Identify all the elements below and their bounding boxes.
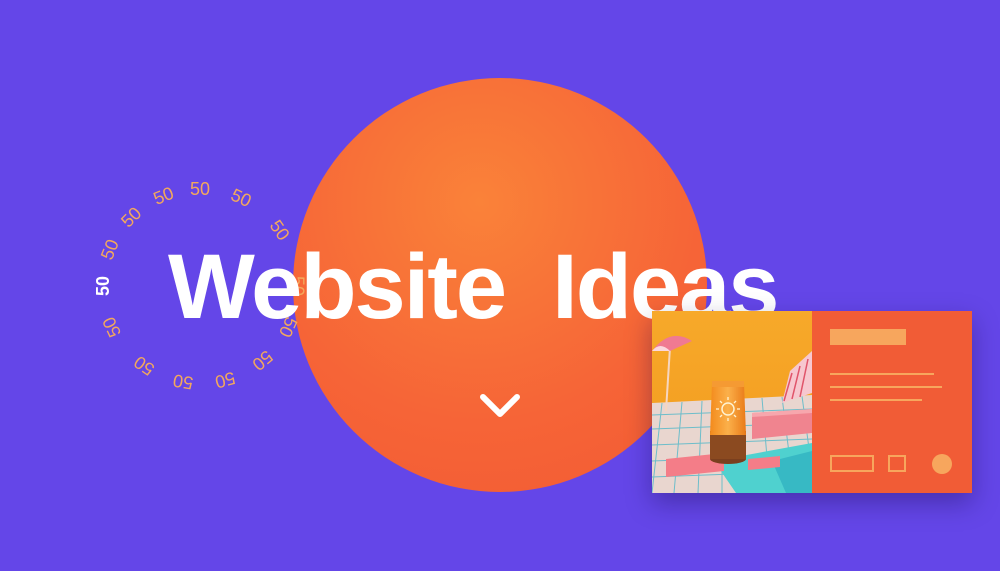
ring-number: 50 bbox=[228, 185, 255, 212]
ring-number: 50 bbox=[213, 368, 238, 393]
ring-number: 50 bbox=[150, 183, 176, 209]
product-photo bbox=[652, 311, 812, 493]
placeholder-heading bbox=[830, 329, 906, 345]
ring-number: 50 bbox=[248, 346, 276, 374]
placeholder-circle-button[interactable] bbox=[932, 454, 952, 474]
placeholder-text-line bbox=[830, 399, 922, 401]
placeholder-text-line bbox=[830, 386, 942, 388]
placeholder-button[interactable] bbox=[830, 455, 874, 472]
website-preview-card bbox=[652, 311, 972, 493]
ring-number: 50 bbox=[130, 352, 158, 380]
ring-number: 50 bbox=[171, 370, 194, 393]
ring-number: 50 bbox=[99, 314, 126, 341]
placeholder-square-button[interactable] bbox=[888, 455, 906, 472]
placeholder-text-line bbox=[830, 373, 934, 375]
ring-number: 50 bbox=[117, 203, 145, 231]
ring-number: 50 bbox=[97, 236, 123, 262]
chevron-down-icon[interactable] bbox=[478, 390, 522, 420]
card-content-panel bbox=[812, 311, 972, 493]
ring-number-highlight: 50 bbox=[93, 276, 113, 296]
ring-number: 50 bbox=[190, 179, 210, 199]
